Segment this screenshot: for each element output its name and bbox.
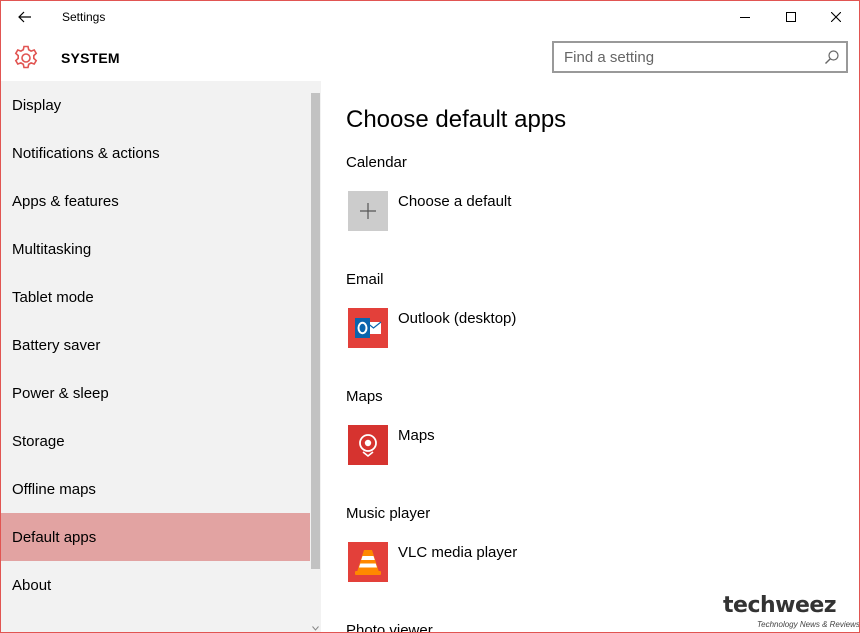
page-title: Choose default apps (346, 106, 567, 133)
back-button[interactable] (9, 3, 41, 31)
scroll-down-button[interactable] (311, 624, 320, 632)
minimize-icon (740, 17, 750, 18)
sidebar-item-label: About (12, 576, 52, 594)
sidebar-item-about[interactable]: About (1, 561, 310, 609)
maps-icon (348, 425, 388, 465)
maximize-icon (786, 12, 796, 22)
sidebar-item-storage[interactable]: Storage (1, 417, 310, 465)
gear-icon (14, 45, 38, 69)
sidebar: Display Notifications & actions Apps & f… (1, 81, 321, 632)
sidebar-item-label: Storage (12, 432, 65, 450)
sidebar-item-label: Offline maps (12, 480, 96, 498)
sidebar-item-tablet-mode[interactable]: Tablet mode (1, 273, 310, 321)
search-box[interactable] (552, 41, 848, 73)
sidebar-item-label: Tablet mode (12, 288, 94, 306)
app-name: Maps (398, 427, 435, 444)
app-name: Outlook (desktop) (398, 310, 517, 327)
app-name: Choose a default (398, 193, 512, 210)
sidebar-item-label: Display (12, 96, 62, 114)
sidebar-item-apps-features[interactable]: Apps & features (1, 177, 310, 225)
category-label-music-player: Music player (346, 505, 431, 522)
title-bar: Settings (1, 1, 859, 33)
sidebar-scrollbar[interactable] (310, 81, 321, 632)
sidebar-item-label: Apps & features (12, 192, 119, 210)
app-name: VLC media player (398, 544, 518, 561)
minimize-button[interactable] (722, 1, 768, 33)
window-title: Settings (62, 10, 106, 24)
default-app-music-player[interactable]: VLC media player (348, 542, 648, 582)
default-app-maps[interactable]: Maps (348, 425, 648, 465)
sidebar-item-label: Power & sleep (12, 384, 109, 402)
settings-window: Settings SYSTEM Display No (0, 0, 860, 633)
sidebar-item-notifications[interactable]: Notifications & actions (1, 129, 310, 177)
outlook-icon (348, 308, 388, 348)
sidebar-item-battery-saver[interactable]: Battery saver (1, 321, 310, 369)
sidebar-item-offline-maps[interactable]: Offline maps (1, 465, 310, 513)
chevron-down-icon (312, 625, 319, 631)
scroll-thumb[interactable] (311, 93, 320, 569)
plus-icon (348, 191, 388, 231)
sidebar-item-multitasking[interactable]: Multitasking (1, 225, 310, 273)
close-icon (831, 12, 841, 22)
sidebar-item-label: Default apps (12, 528, 97, 546)
main-content: Choose default apps Calendar Choose a de… (321, 81, 859, 633)
search-icon[interactable] (824, 49, 840, 65)
section-title: SYSTEM (61, 50, 120, 66)
watermark-logo: techweez (723, 593, 837, 618)
close-button[interactable] (813, 1, 859, 33)
default-app-email[interactable]: Outlook (desktop) (348, 308, 648, 348)
sidebar-item-display[interactable]: Display (1, 81, 310, 129)
default-app-calendar[interactable]: Choose a default (348, 191, 648, 231)
vlc-icon (348, 542, 388, 582)
sidebar-item-power-sleep[interactable]: Power & sleep (1, 369, 310, 417)
sidebar-item-default-apps[interactable]: Default apps (1, 513, 310, 561)
sidebar-item-label: Battery saver (12, 336, 101, 354)
search-input[interactable] (554, 43, 814, 71)
watermark: techweez Technology News & Reviews (721, 593, 860, 632)
watermark-tagline: Technology News & Reviews (757, 620, 860, 629)
maximize-button[interactable] (768, 1, 814, 33)
sidebar-item-label: Multitasking (12, 240, 92, 258)
back-arrow-icon (18, 11, 31, 23)
sidebar-item-label: Notifications & actions (12, 144, 160, 162)
category-label-maps: Maps (346, 388, 383, 405)
category-label-email: Email (346, 271, 384, 288)
category-label-photo-viewer: Photo viewer (346, 622, 433, 633)
category-label-calendar: Calendar (346, 154, 407, 171)
settings-header: SYSTEM (1, 33, 859, 81)
